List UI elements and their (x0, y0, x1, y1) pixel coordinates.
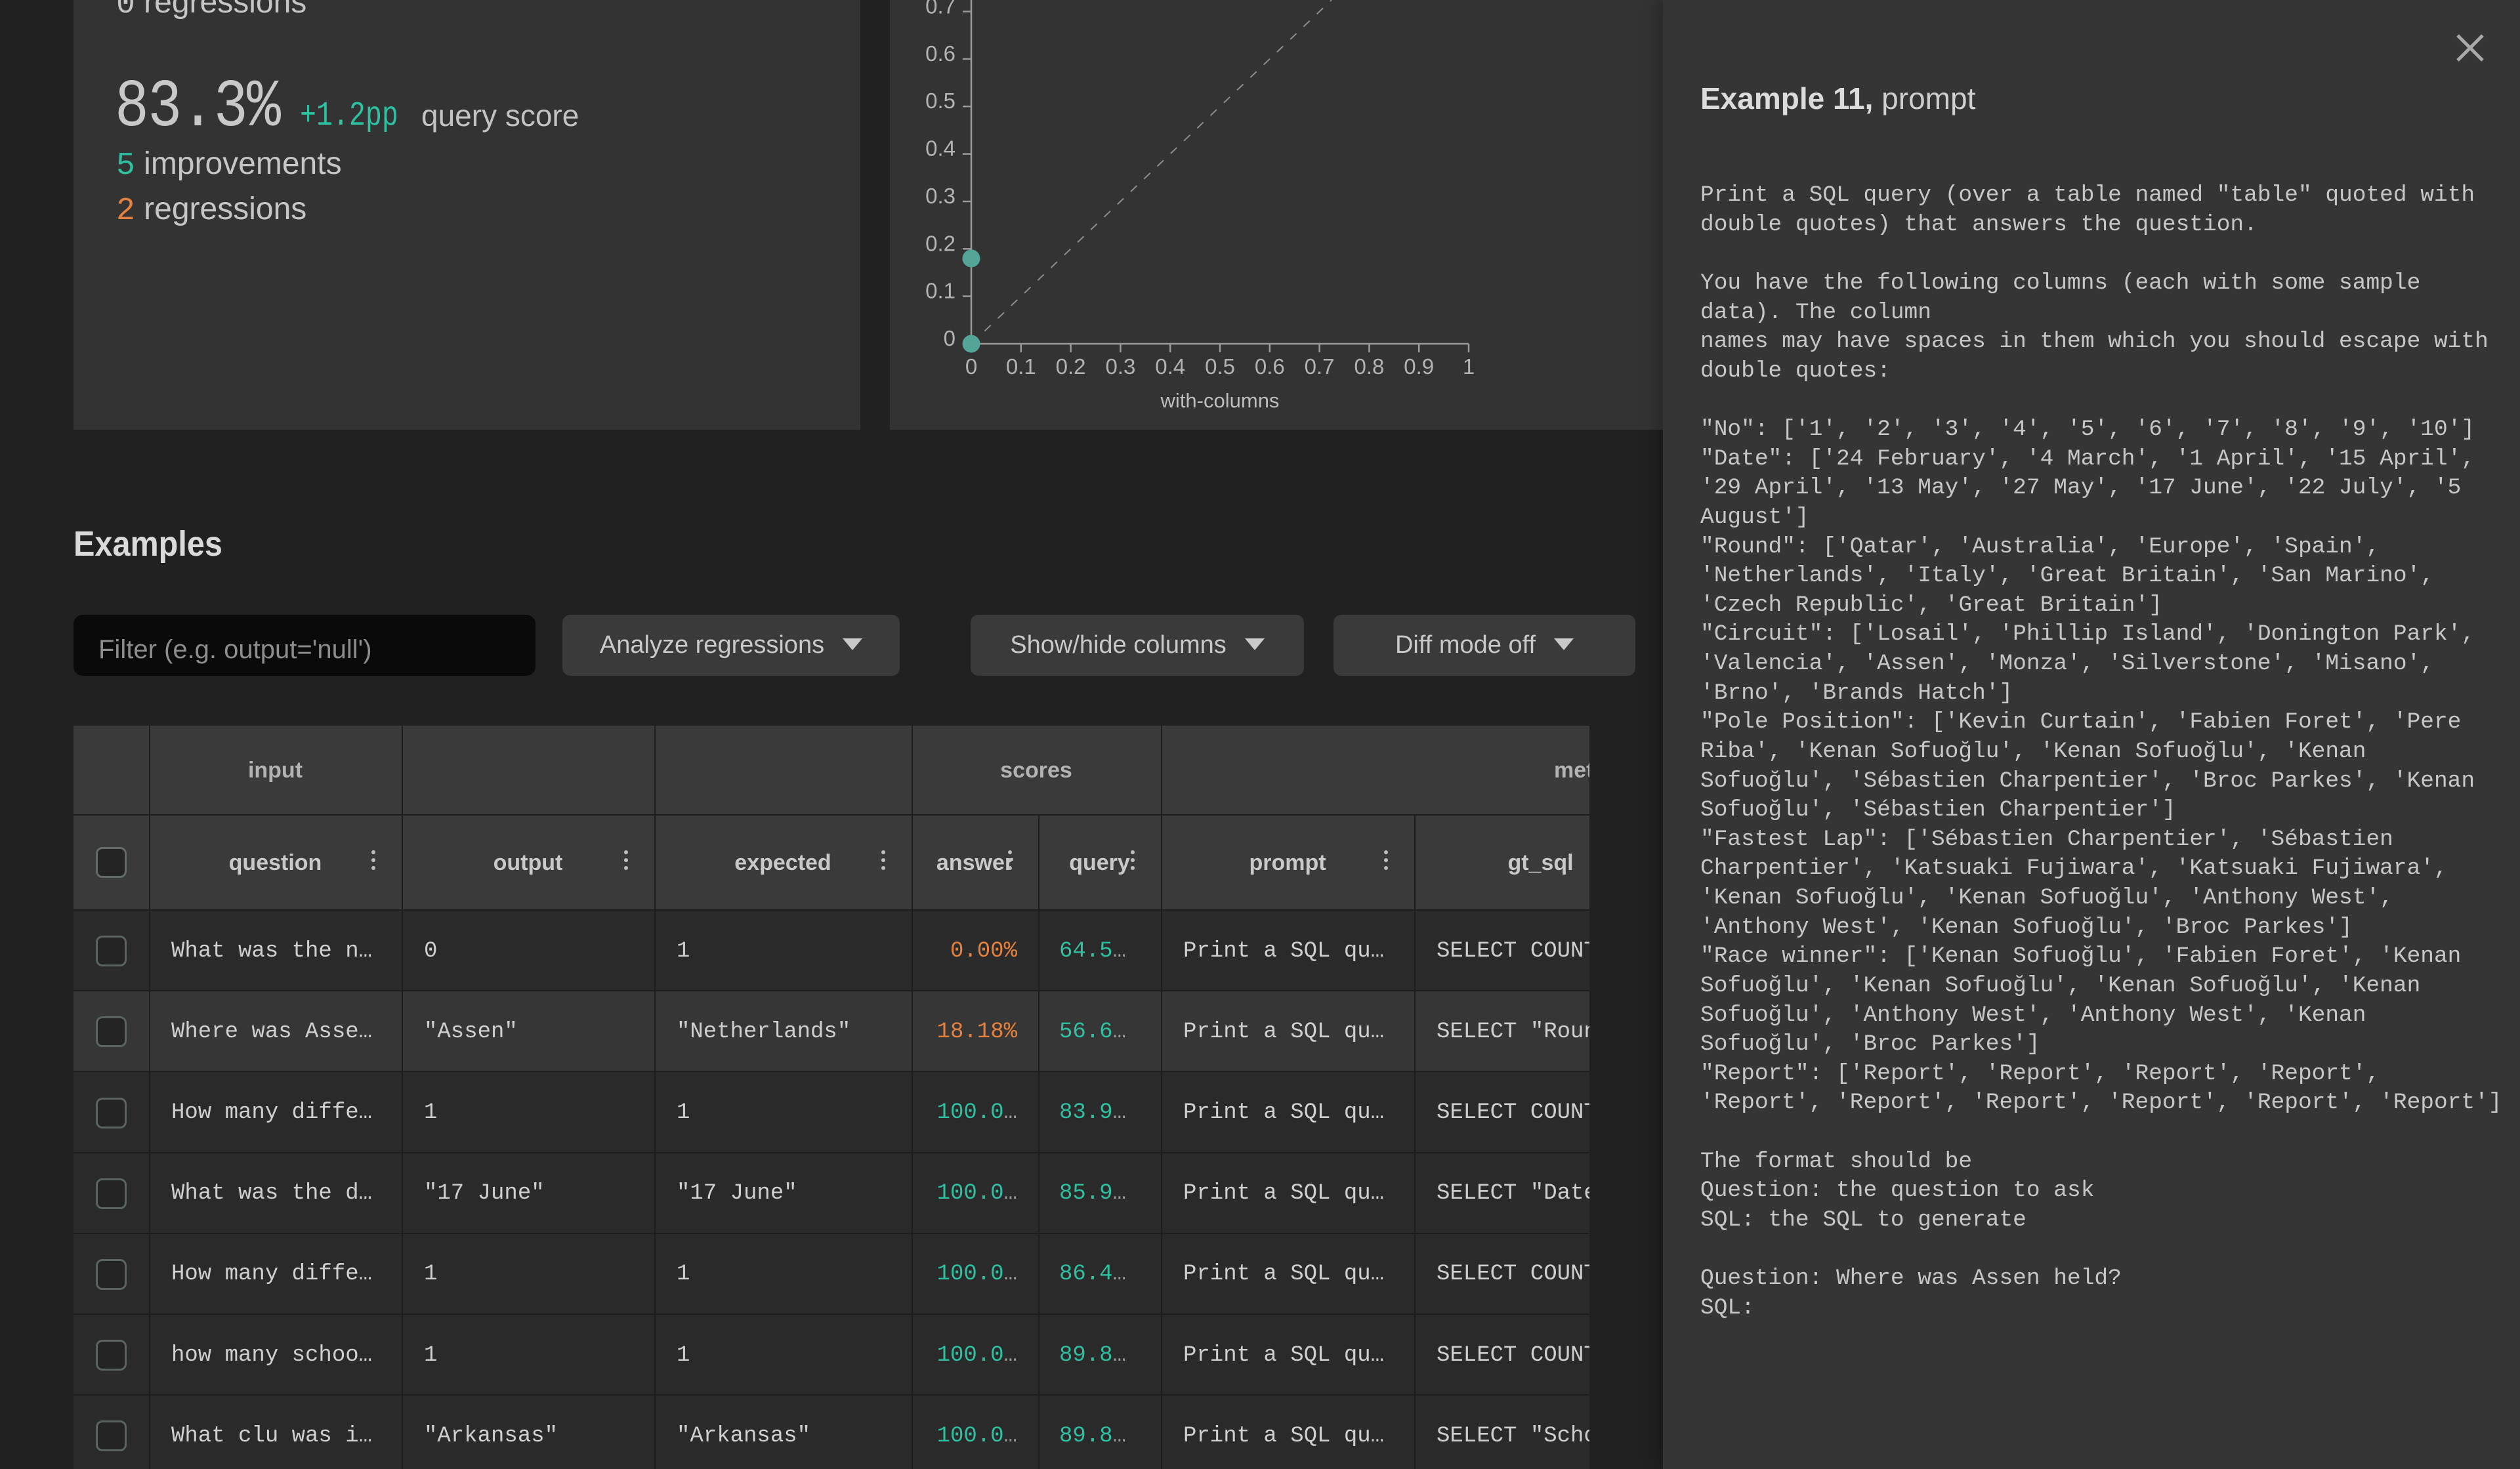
svg-text:0: 0 (965, 354, 977, 379)
svg-text:0.4: 0.4 (925, 136, 956, 161)
svg-text:0.1: 0.1 (1006, 354, 1036, 379)
svg-text:0.1: 0.1 (925, 279, 956, 303)
svg-text:0.9: 0.9 (1404, 354, 1434, 379)
svg-text:0: 0 (944, 326, 956, 350)
svg-text:0.7: 0.7 (1305, 354, 1335, 379)
svg-text:0.2: 0.2 (925, 231, 956, 255)
svg-text:0.6: 0.6 (925, 41, 956, 66)
svg-text:0.5: 0.5 (925, 89, 956, 113)
svg-text:0.3: 0.3 (925, 184, 956, 208)
svg-text:0.3: 0.3 (1105, 354, 1135, 379)
svg-text:0.2: 0.2 (1056, 354, 1086, 379)
svg-text:1: 1 (1463, 354, 1475, 379)
svg-text:0.5: 0.5 (1205, 354, 1235, 379)
svg-text:0.6: 0.6 (1255, 354, 1285, 379)
svg-text:0.4: 0.4 (1155, 354, 1185, 379)
svg-text:with-columns: with-columns (1160, 389, 1280, 412)
svg-text:0.8: 0.8 (1354, 354, 1384, 379)
svg-text:0.7: 0.7 (925, 0, 956, 18)
